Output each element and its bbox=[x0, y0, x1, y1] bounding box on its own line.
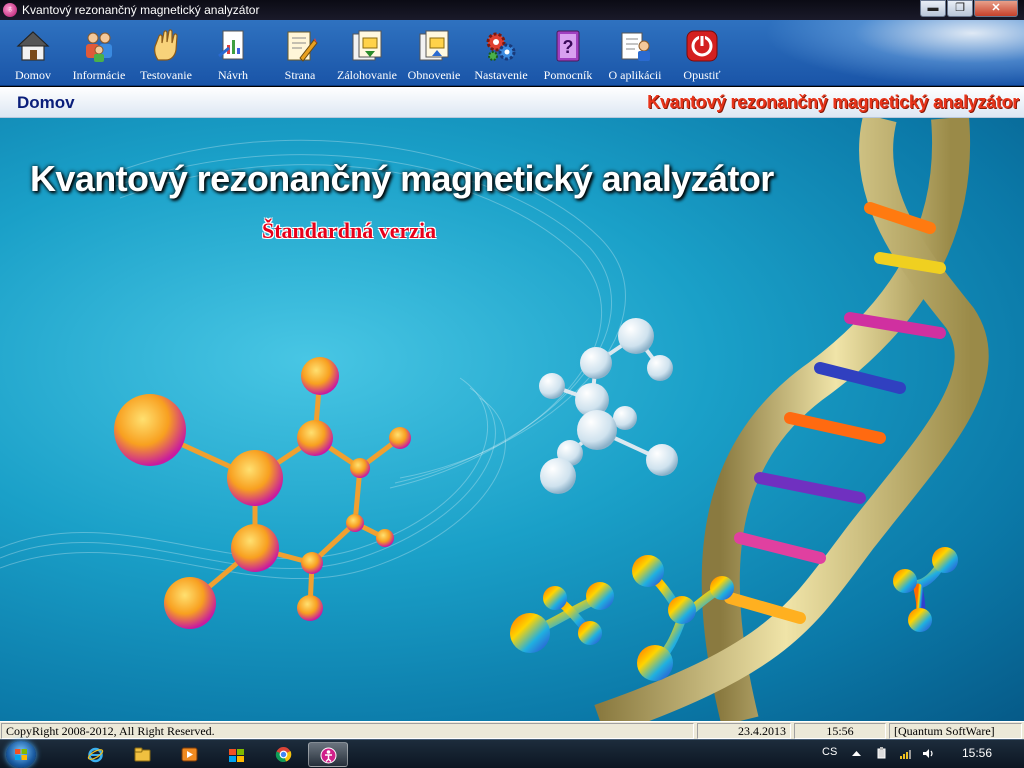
internet-explorer-icon bbox=[87, 747, 104, 763]
toolbar-help-button[interactable]: ? Pomocník bbox=[533, 20, 603, 86]
help-book-icon: ? bbox=[556, 30, 580, 62]
toolbar-testing-button[interactable]: Testovanie bbox=[131, 20, 201, 86]
title-bar: ♁ Kvantový rezonančný magnetický analyzá… bbox=[0, 0, 1024, 20]
power-icon bbox=[686, 30, 718, 62]
toolbar-glow bbox=[764, 20, 1024, 86]
svg-text:?: ? bbox=[563, 37, 574, 57]
status-bar: CopyRight 2008-2012, All Right Reserved.… bbox=[0, 721, 1024, 739]
window-title: Kvantový rezonančný magnetický analyzáto… bbox=[22, 3, 260, 17]
maximize-button[interactable]: ❐ bbox=[947, 0, 973, 17]
taskbar-chrome-button[interactable] bbox=[264, 742, 304, 767]
toolbar-home-label: Domov bbox=[15, 68, 51, 82]
app-logo-icon: ♁ bbox=[3, 3, 17, 17]
restore-icon bbox=[419, 30, 449, 61]
toolbar-page-label: Strana bbox=[284, 68, 316, 82]
toolbar-about-button[interactable]: O aplikácii bbox=[600, 20, 670, 86]
safely-remove-hardware-icon[interactable] bbox=[875, 747, 888, 760]
toolbar-settings-label: Nastavenie bbox=[474, 68, 528, 82]
taskbar-update-button[interactable] bbox=[217, 742, 257, 767]
toolbar-info-label: Informácie bbox=[72, 68, 126, 82]
toolbar-design-label: Návrh bbox=[218, 68, 248, 82]
chart-document-icon bbox=[218, 30, 244, 60]
show-hidden-icons-icon[interactable] bbox=[850, 747, 863, 760]
toolbar-backup-label: Zálohovanie bbox=[337, 68, 397, 82]
status-date: 23.4.2013 bbox=[697, 723, 791, 739]
home-icon bbox=[16, 31, 50, 61]
toolbar-settings-button[interactable]: Nastavenie bbox=[466, 20, 536, 86]
taskbar-ie-button[interactable] bbox=[76, 742, 116, 767]
toolbar-page-button[interactable]: Strana bbox=[265, 20, 335, 86]
language-indicator[interactable]: CS bbox=[822, 746, 837, 758]
status-vendor: [Quantum SoftWare] bbox=[889, 723, 1022, 739]
media-player-icon bbox=[181, 747, 198, 762]
network-icon[interactable] bbox=[899, 747, 912, 760]
analyzer-app-icon bbox=[320, 747, 337, 764]
windows-update-icon bbox=[229, 749, 244, 762]
window-controls: ▬ ❐ ✕ bbox=[919, 0, 1018, 18]
minimize-button[interactable]: ▬ bbox=[920, 0, 946, 17]
file-explorer-icon bbox=[134, 747, 151, 762]
page-header: Domov Kvantový rezonančný magnetický ana… bbox=[0, 87, 1024, 118]
page-title: Domov bbox=[17, 93, 75, 112]
toolbar-exit-label: Opustiť bbox=[683, 68, 721, 82]
orange-molecule-graphic bbox=[114, 357, 411, 629]
splash-artwork bbox=[0, 118, 989, 721]
toolbar-home-button[interactable]: Domov bbox=[0, 20, 68, 86]
start-button[interactable] bbox=[6, 741, 36, 768]
gears-icon bbox=[486, 32, 516, 61]
volume-icon[interactable] bbox=[922, 747, 935, 760]
taskbar-clock[interactable]: 15:56 bbox=[962, 746, 992, 760]
toolbar-exit-button[interactable]: Opustiť bbox=[667, 20, 737, 86]
toolbar-help-label: Pomocník bbox=[543, 68, 593, 82]
toolbar-testing-label: Testovanie bbox=[140, 68, 192, 82]
taskbar-analyzer-button[interactable] bbox=[308, 742, 348, 767]
hand-icon bbox=[154, 29, 178, 61]
toolbar-info-button[interactable]: Informácie bbox=[64, 20, 134, 86]
close-button[interactable]: ✕ bbox=[974, 0, 1018, 17]
toolbar-restore-label: Obnovenie bbox=[407, 68, 461, 82]
toolbar-design-button[interactable]: Návrh bbox=[198, 20, 268, 86]
home-splash: Kvantový rezonančný magnetický analyzáto… bbox=[0, 118, 1024, 721]
main-toolbar: Domov Informácie Testovanie Návrh Strana… bbox=[0, 20, 1024, 86]
taskbar-explorer-button[interactable] bbox=[123, 742, 163, 767]
windows-taskbar: CS 15:56 bbox=[0, 739, 1024, 768]
hero-title: Kvantový rezonančný magnetický analyzáto… bbox=[30, 158, 774, 199]
brand-title: Kvantový rezonančný magnetický analyzáto… bbox=[647, 92, 1019, 112]
people-icon bbox=[86, 32, 112, 62]
chrome-icon bbox=[275, 747, 292, 762]
toolbar-backup-button[interactable]: Zálohovanie bbox=[332, 20, 402, 86]
toolbar-about-label: O aplikácii bbox=[608, 68, 662, 82]
taskbar-media-button[interactable] bbox=[170, 742, 210, 767]
hero-subtitle: Štandardná verzia bbox=[262, 218, 437, 243]
toolbar-restore-button[interactable]: Obnovenie bbox=[399, 20, 469, 86]
about-icon bbox=[621, 32, 650, 61]
status-copyright: CopyRight 2008-2012, All Right Reserved. bbox=[1, 723, 694, 739]
edit-page-icon bbox=[287, 31, 318, 62]
status-time: 15:56 bbox=[794, 723, 886, 739]
backup-icon bbox=[352, 30, 382, 61]
windows-flag-icon bbox=[15, 749, 27, 760]
